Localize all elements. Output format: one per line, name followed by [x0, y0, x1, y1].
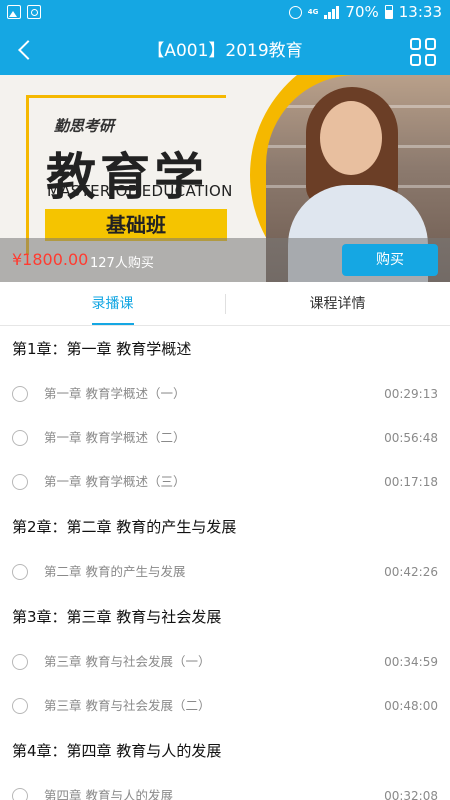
back-arrow-icon[interactable]: [12, 37, 40, 65]
price-bar: ¥1800.00 127人购买 购买: [0, 238, 450, 282]
lesson-name: 第三章 教育与社会发展（二）: [44, 698, 211, 713]
grid-menu-icon[interactable]: [410, 38, 438, 66]
lesson-name: 第一章 教育学概述（三）: [44, 474, 186, 489]
lesson-name: 第一章 教育学概述（二）: [44, 430, 186, 445]
lesson-name: 第三章 教育与社会发展（一）: [44, 654, 211, 669]
radio-icon: [12, 474, 28, 490]
clock: 13:33: [398, 3, 442, 21]
lesson-item[interactable]: 第三章 教育与社会发展（二） 00:48:00: [0, 684, 450, 728]
page-title: 【A001】2019教育: [147, 41, 303, 61]
battery-percent: 70%: [345, 3, 379, 21]
signal-icon: [324, 5, 340, 19]
lesson-item[interactable]: 第一章 教育学概述（二） 00:56:48: [0, 416, 450, 460]
tab-details[interactable]: 课程详情: [225, 282, 450, 326]
lesson-item[interactable]: 第四章 教育与人的发展 00:32:08: [0, 774, 450, 800]
radio-icon: [12, 430, 28, 446]
lesson-duration: 00:32:08: [384, 789, 438, 800]
lesson-item[interactable]: 第三章 教育与社会发展（一） 00:34:59: [0, 640, 450, 684]
buyer-count: 127人购买: [90, 256, 154, 271]
lesson-item[interactable]: 第一章 教育学概述（一） 00:29:13: [0, 372, 450, 416]
tab-recorded[interactable]: 录播课: [0, 282, 225, 326]
chapter-heading: 第1章：第一章 教育学概述: [12, 340, 192, 358]
radio-icon: [12, 564, 28, 580]
course-price: ¥1800.00: [12, 250, 89, 269]
lesson-item[interactable]: 第二章 教育的产生与发展 00:42:26: [0, 550, 450, 594]
network-type: 4G: [307, 7, 319, 16]
buy-button[interactable]: 购买: [342, 244, 438, 276]
tab-bar: 录播课 课程详情: [0, 282, 450, 326]
radio-icon: [12, 654, 28, 670]
lesson-name: 第二章 教育的产生与发展: [44, 564, 186, 579]
lesson-name: 第四章 教育与人的发展: [44, 788, 173, 800]
lesson-list: 第1章：第一章 教育学概述 第一章 教育学概述（一） 00:29:13 第一章 …: [0, 326, 450, 800]
lesson-duration: 00:29:13: [384, 387, 438, 401]
alarm-icon: [288, 5, 302, 19]
radio-icon: [12, 386, 28, 402]
radio-icon: [12, 788, 28, 800]
system-icons: 4G 70% 13:33: [288, 3, 442, 21]
lesson-duration: 00:34:59: [384, 655, 438, 669]
lesson-item[interactable]: 第一章 教育学概述（三） 00:17:18: [0, 460, 450, 504]
banner-subtitle: MASTER OF EDUCATION: [47, 182, 233, 200]
chapter-heading: 第3章：第三章 教育与社会发展: [12, 608, 222, 626]
lesson-duration: 00:42:26: [384, 565, 438, 579]
chapter-heading: 第4章：第四章 教育与人的发展: [12, 742, 222, 760]
battery-icon: [384, 5, 393, 19]
lesson-name: 第一章 教育学概述（一）: [44, 386, 186, 401]
notification-icons: [7, 5, 41, 19]
radio-icon: [12, 698, 28, 714]
app-notification-icon: [27, 5, 41, 19]
lesson-duration: 00:17:18: [384, 475, 438, 489]
status-bar: 4G 70% 13:33: [0, 0, 450, 28]
title-bar: 【A001】2019教育: [0, 28, 450, 75]
chapter-heading: 第2章：第二章 教育的产生与发展: [12, 518, 237, 536]
tab-active-indicator: [92, 323, 134, 325]
banner-class-tag: 基础班: [45, 209, 227, 241]
lesson-duration: 00:56:48: [384, 431, 438, 445]
banner-brand: 勤思考研: [54, 117, 115, 135]
lesson-duration: 00:48:00: [384, 699, 438, 713]
gallery-icon: [7, 5, 21, 19]
